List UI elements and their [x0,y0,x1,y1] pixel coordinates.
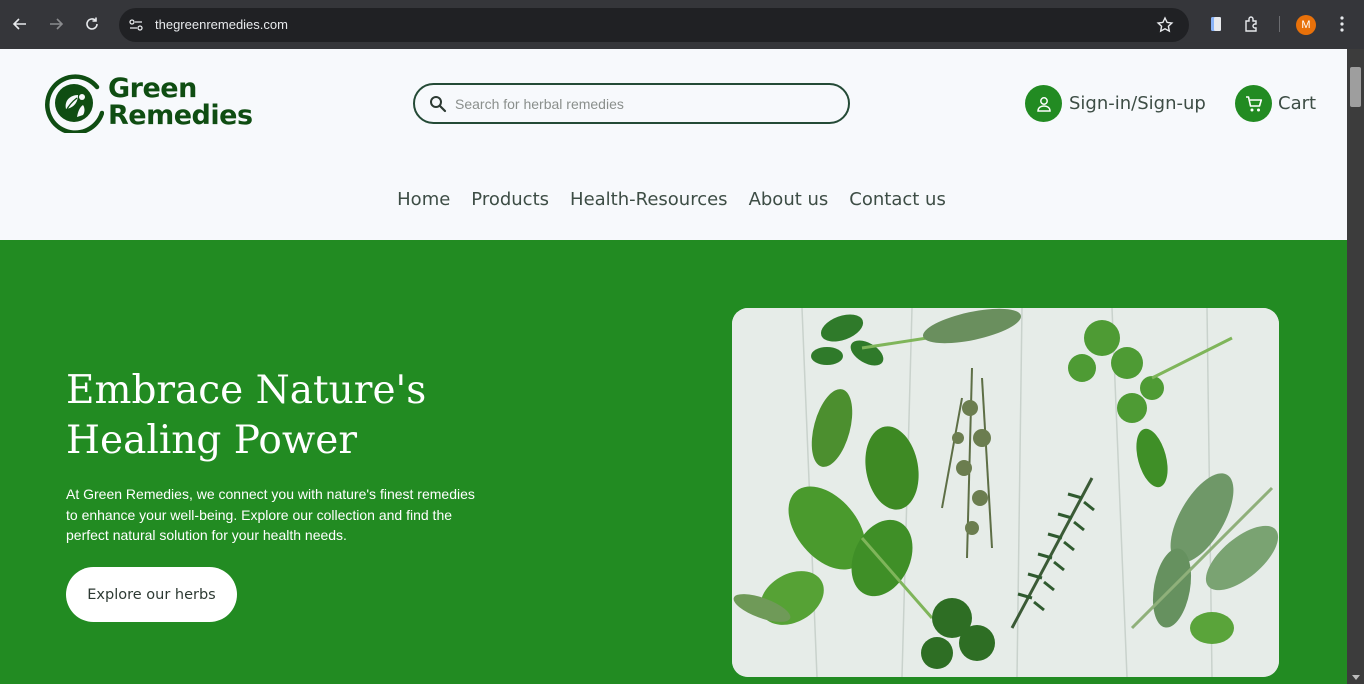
logo-wordmark: Green Remedies [108,75,253,129]
logo-line-2: Remedies [108,100,253,131]
toolbar-separator [1279,16,1280,32]
page-viewport: Green Remedies Sign-in/Sign-up Cart Home… [0,49,1347,684]
nav-products[interactable]: Products [471,189,549,210]
search-bar[interactable] [413,83,850,124]
site-info-icon[interactable] [128,17,144,37]
bookmark-star-icon[interactable] [1156,16,1174,38]
back-icon[interactable] [8,12,32,36]
address-bar[interactable]: thegreenremedies.com [119,8,1189,42]
page-scrollbar[interactable] [1347,49,1364,684]
search-icon [429,95,447,117]
hero-description: At Green Remedies, we connect you with n… [66,486,475,543]
signin-link[interactable]: Sign-in/Sign-up [1069,93,1206,114]
herbs-photo [732,308,1279,677]
cart-link[interactable]: Cart [1278,93,1316,114]
forward-icon[interactable] [44,12,68,36]
site-logo[interactable]: Green Remedies [44,73,253,133]
nav-contact-us[interactable]: Contact us [849,189,946,210]
scroll-down-arrow-icon[interactable] [1352,675,1360,680]
browser-toolbar: thegreenremedies.com M [0,0,1364,49]
search-input[interactable] [455,85,835,122]
scrollbar-thumb[interactable] [1350,67,1361,107]
browser-menu-icon[interactable] [1331,13,1353,35]
user-icon[interactable] [1025,85,1062,122]
hero-title-line-2: Healing Power [66,418,358,463]
url-text[interactable]: thegreenremedies.com [155,17,288,32]
logo-leaf-icon [45,74,104,133]
logo-line-1: Green [108,73,197,104]
hero-section: Embrace Nature's Healing Power At Green … [0,240,1347,684]
hero-title: Embrace Nature's Healing Power [66,366,486,466]
explore-herbs-button[interactable]: Explore our herbs [66,567,237,622]
reload-icon[interactable] [80,12,104,36]
nav-health-resources[interactable]: Health-Resources [570,189,728,210]
herbs-illustration [732,308,1279,677]
extensions-puzzle-icon[interactable] [1241,13,1263,35]
site-header: Green Remedies Sign-in/Sign-up Cart Home… [0,49,1347,240]
nav-about-us[interactable]: About us [749,189,829,210]
hero-title-line-1: Embrace Nature's [66,368,427,413]
extension-doc-icon[interactable] [1205,13,1227,35]
cart-icon[interactable] [1235,85,1272,122]
profile-avatar[interactable]: M [1296,15,1316,35]
nav-home[interactable]: Home [397,189,450,210]
main-navigation: Home Products Health-Resources About us … [0,189,1347,210]
